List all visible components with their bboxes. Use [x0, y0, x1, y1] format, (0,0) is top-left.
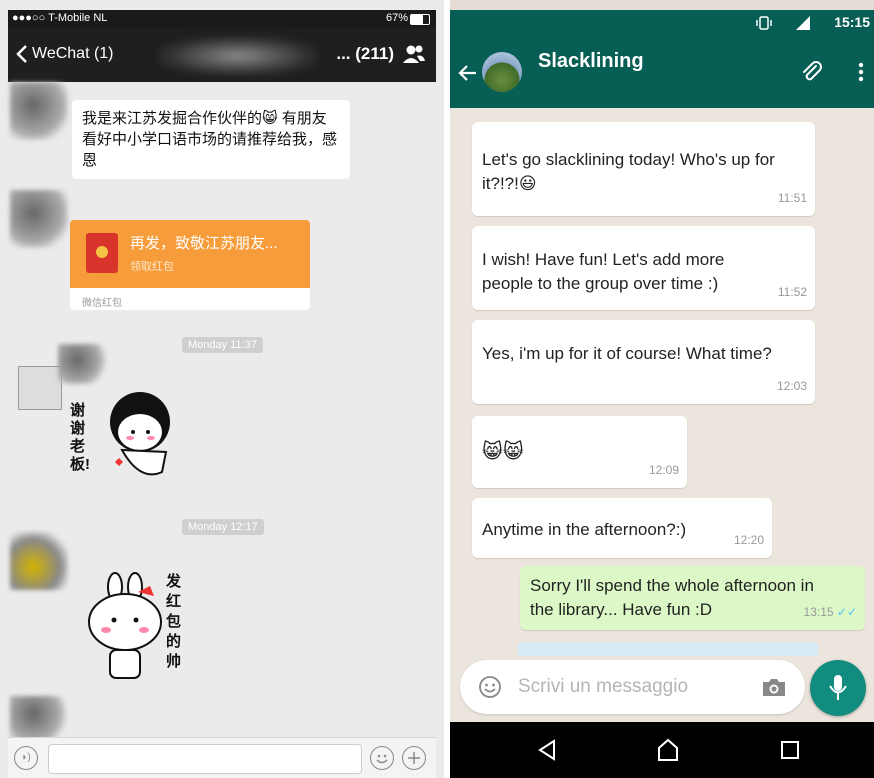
- emoji-button[interactable]: [370, 746, 394, 770]
- red-packet-footer: 微信红包: [82, 298, 122, 309]
- group-avatar[interactable]: [482, 52, 522, 92]
- message-text: 😸😸: [482, 441, 524, 463]
- camera-icon[interactable]: [761, 676, 787, 698]
- double-check-icon: ✓✓: [836, 605, 857, 619]
- avatar: [10, 696, 68, 740]
- message-time: 11:51: [777, 191, 807, 205]
- wechat-chat-area: 我是来江苏发掘合作伙伴的😸 有朋友看好中小学口语市场的请推荐给我，感恩 再发，致…: [8, 82, 436, 740]
- message-time: 12:03: [776, 379, 807, 393]
- message-time: 13:15 ✓✓: [804, 600, 857, 624]
- timestamp: Monday 12:17: [182, 519, 264, 535]
- smiley-icon: [376, 754, 388, 764]
- paperclip-icon[interactable]: [800, 60, 824, 84]
- incoming-message[interactable]: Let's go slacklining today! Who's up for…: [472, 122, 815, 216]
- thank-you-sticker[interactable]: 谢谢老板!: [70, 382, 180, 492]
- signal-icon: [796, 16, 810, 30]
- group-members-icon[interactable]: [402, 44, 426, 64]
- avatar: [10, 82, 68, 140]
- message-text: Let's go slacklining today! Who's up for…: [482, 150, 775, 193]
- message-text: I wish! Have fun! Let's add more people …: [482, 250, 725, 293]
- avatar: [10, 190, 68, 248]
- battery-icon: [410, 14, 430, 25]
- whatsapp-header: Slacklining: [450, 36, 874, 108]
- voice-button[interactable]: ◗): [14, 746, 38, 770]
- avatar: [10, 532, 68, 590]
- red-packet-title: 再发，致敬江苏朋友...: [130, 235, 278, 252]
- incoming-message[interactable]: Yes, i'm up for it of course! What time?…: [472, 320, 815, 404]
- incoming-message[interactable]: 😸😸 12:09: [472, 416, 687, 488]
- avatar-blur: [58, 344, 106, 384]
- whatsapp-screen: 15:15 Slacklining Let's go slacklining t…: [450, 0, 874, 778]
- message-placeholder: Scrivi un messaggio: [518, 676, 689, 697]
- voice-icon: ◗): [21, 752, 31, 763]
- timestamp: Monday 11:37: [182, 337, 263, 353]
- message-time-text: 13:15: [803, 605, 834, 619]
- incoming-message[interactable]: I wish! Have fun! Let's add more people …: [472, 226, 815, 310]
- carrier-text: ●●●○○ T-Mobile NL: [12, 12, 108, 24]
- message-input[interactable]: [48, 744, 362, 774]
- outgoing-message[interactable]: Sorry I'll spend the whole afternoon in …: [520, 566, 865, 630]
- chevron-left-icon: [16, 45, 27, 63]
- message-text: Sorry I'll spend the whole afternoon in …: [530, 576, 814, 619]
- member-count: ... (211): [336, 44, 394, 63]
- message-time: 12:09: [648, 463, 679, 477]
- message-text: Anytime in the afternoon?:): [482, 520, 687, 539]
- wechat-status-bar: ●●●○○ T-Mobile NL 67%: [8, 10, 436, 28]
- recents-nav-icon[interactable]: [780, 740, 800, 760]
- plus-icon: [408, 752, 420, 764]
- home-nav-icon[interactable]: [656, 738, 680, 762]
- wechat-screen: ●●●○○ T-Mobile NL 67% WeChat (1) ... (21…: [0, 0, 444, 778]
- message-time: 11:52: [777, 285, 807, 299]
- bunny-sticker-icon: [88, 572, 162, 679]
- message-bubble[interactable]: 我是来江苏发掘合作伙伴的😸 有朋友看好中小学口语市场的请推荐给我，感恩: [72, 100, 350, 179]
- red-packet-card[interactable]: 再发，致敬江苏朋友... 领取红包 微信红包: [70, 220, 310, 310]
- red-packet-subtitle: 领取红包: [130, 261, 174, 273]
- sticker-text: 发红包的帅: [166, 573, 182, 670]
- message-text: Yes, i'm up for it of course! What time?: [482, 344, 772, 363]
- back-nav-icon[interactable]: [536, 739, 558, 761]
- microphone-icon: [829, 675, 847, 700]
- message-input-box[interactable]: Scrivi un messaggio: [460, 660, 805, 714]
- add-button[interactable]: [402, 746, 426, 770]
- blurred-title: [158, 36, 318, 76]
- battery-text: 67%: [385, 12, 408, 24]
- avatar: [18, 366, 62, 410]
- incoming-message[interactable]: Anytime in the afternoon?:) 12:20: [472, 498, 772, 558]
- whatsapp-status-bar: 15:15: [450, 10, 874, 36]
- wechat-nav-bar: WeChat (1) ... (211): [8, 28, 436, 82]
- back-arrow-icon[interactable]: [458, 64, 478, 82]
- partial-message: [518, 642, 818, 656]
- wechat-input-bar: ◗): [8, 737, 436, 778]
- chat-title[interactable]: Slacklining: [538, 50, 644, 73]
- red-packet-sticker[interactable]: 发红包的帅: [80, 572, 200, 692]
- mic-button[interactable]: [810, 660, 866, 716]
- sticker-text: 谢谢老板!: [70, 402, 90, 473]
- android-nav-bar: [450, 722, 874, 778]
- clock-text: 15:15: [834, 14, 870, 30]
- vibrate-icon: [756, 16, 772, 30]
- back-button[interactable]: WeChat (1): [16, 44, 114, 64]
- red-packet-icon: [86, 233, 118, 273]
- message-text: 我是来江苏发掘合作伙伴的😸 有朋友看好中小学口语市场的请推荐给我，感恩: [82, 110, 338, 169]
- more-menu-icon[interactable]: [858, 62, 864, 82]
- back-label: WeChat (1): [32, 45, 114, 62]
- emoji-icon[interactable]: [478, 675, 502, 699]
- message-time: 12:20: [733, 533, 764, 547]
- whatsapp-chat-area: Let's go slacklining today! Who's up for…: [450, 108, 874, 722]
